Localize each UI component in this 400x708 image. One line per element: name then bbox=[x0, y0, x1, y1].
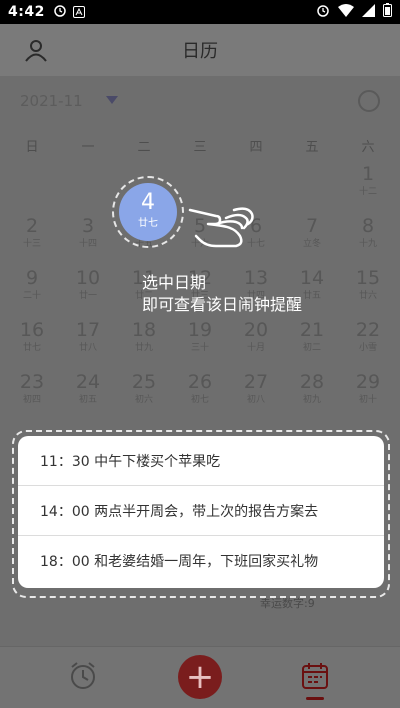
status-bar: 4:42 bbox=[0, 0, 400, 24]
calendar-day[interactable]: 23 初四 bbox=[12, 370, 52, 422]
weekday-label: 六 bbox=[361, 140, 375, 155]
calendar-day[interactable]: 22 小雪 bbox=[348, 318, 388, 370]
wifi-icon bbox=[338, 3, 354, 21]
calendar-day[interactable] bbox=[68, 162, 108, 214]
user-profile-icon[interactable] bbox=[24, 38, 48, 62]
calendar-day[interactable]: 1 十二 bbox=[348, 162, 388, 214]
calendar-week: 23 初四 24 初五 25 初六 26 初七 27 初八 28 初九 29 初十 bbox=[12, 370, 388, 422]
calendar-week: 16 廿七 17 廿八 18 廿九 19 三十 20 十月 21 初二 22 小雪 bbox=[12, 318, 388, 370]
month-label[interactable]: 2021-11 bbox=[20, 92, 83, 110]
calendar-day[interactable]: 26 初七 bbox=[180, 370, 220, 422]
chevron-down-icon[interactable] bbox=[106, 96, 118, 104]
calendar-day[interactable]: 18 廿九 bbox=[124, 318, 164, 370]
app-header: 日历 bbox=[0, 24, 400, 76]
calendar-day[interactable]: 2 十三 bbox=[12, 214, 52, 266]
weekday-label: 三 bbox=[193, 140, 207, 155]
alarm-status-icon bbox=[53, 3, 67, 21]
calendar-day[interactable] bbox=[12, 162, 52, 214]
calendar-day[interactable]: 15 廿六 bbox=[348, 266, 388, 318]
guide-line-2: 即可查看该日闹钟提醒 bbox=[142, 295, 303, 314]
guide-text: 选中日期 即可查看该日闹钟提醒 bbox=[142, 272, 302, 316]
pointing-hand-icon bbox=[186, 196, 258, 248]
selected-date-number: 4 bbox=[141, 190, 155, 215]
guide-line-1: 选中日期 bbox=[142, 273, 207, 292]
alarm-clock-icon bbox=[316, 3, 330, 21]
calendar-day[interactable]: 16 廿七 bbox=[12, 318, 52, 370]
calendar-day[interactable]: 24 初五 bbox=[68, 370, 108, 422]
calendar-day[interactable]: 9 二十 bbox=[12, 266, 52, 318]
battery-icon bbox=[383, 3, 392, 21]
selected-date-lunar: 廿七 bbox=[138, 218, 158, 229]
calendar-tab-icon[interactable] bbox=[298, 659, 332, 693]
reminder-item[interactable]: 11：30 中午下楼买个苹果吃 bbox=[18, 436, 384, 486]
calendar-day[interactable]: 21 初二 bbox=[292, 318, 332, 370]
alarm-tab-icon[interactable] bbox=[66, 659, 100, 693]
active-tab-indicator bbox=[306, 697, 324, 700]
calendar-day[interactable]: 25 初六 bbox=[124, 370, 164, 422]
calendar-day[interactable]: 28 初九 bbox=[292, 370, 332, 422]
calendar-day[interactable]: 10 廿一 bbox=[68, 266, 108, 318]
calendar-day[interactable]: 20 十月 bbox=[236, 318, 276, 370]
calendar-day[interactable]: 27 初八 bbox=[236, 370, 276, 422]
calendar-day[interactable]: 7 立冬 bbox=[292, 214, 332, 266]
add-button[interactable]: + bbox=[178, 655, 222, 699]
calendar-day[interactable]: 8 十九 bbox=[348, 214, 388, 266]
page-title: 日历 bbox=[182, 41, 218, 62]
weekday-header: 日 一 二 三 四 五 六 bbox=[12, 136, 388, 155]
calendar-day[interactable]: 29 初十 bbox=[348, 370, 388, 422]
month-picker[interactable]: 2021-11 bbox=[20, 90, 380, 114]
reminder-list: 11：30 中午下楼买个苹果吃 14：00 两点半开周会，带上次的报告方案去 1… bbox=[18, 436, 384, 588]
weekday-label: 五 bbox=[305, 140, 319, 155]
weekday-label: 日 bbox=[25, 140, 39, 155]
status-time: 4:42 bbox=[8, 4, 45, 20]
app-notification-icon bbox=[72, 6, 85, 18]
weekday-label: 一 bbox=[81, 140, 95, 155]
signal-icon bbox=[362, 3, 375, 21]
calendar-day[interactable]: 3 十四 bbox=[68, 214, 108, 266]
reminder-item[interactable]: 14：00 两点半开周会，带上次的报告方案去 bbox=[18, 486, 384, 536]
bottom-nav: + bbox=[0, 646, 400, 708]
reminder-item[interactable]: 18：00 和老婆结婚一周年，下班回家买礼物 bbox=[18, 536, 384, 586]
calendar-day[interactable]: 17 廿八 bbox=[68, 318, 108, 370]
weekday-label: 四 bbox=[249, 140, 263, 155]
calendar-day[interactable] bbox=[292, 162, 332, 214]
selected-date-bubble[interactable]: 4 廿七 bbox=[119, 183, 177, 241]
calendar-day[interactable]: 19 三十 bbox=[180, 318, 220, 370]
weekday-label: 二 bbox=[137, 140, 151, 155]
settings-icon[interactable] bbox=[358, 90, 380, 112]
